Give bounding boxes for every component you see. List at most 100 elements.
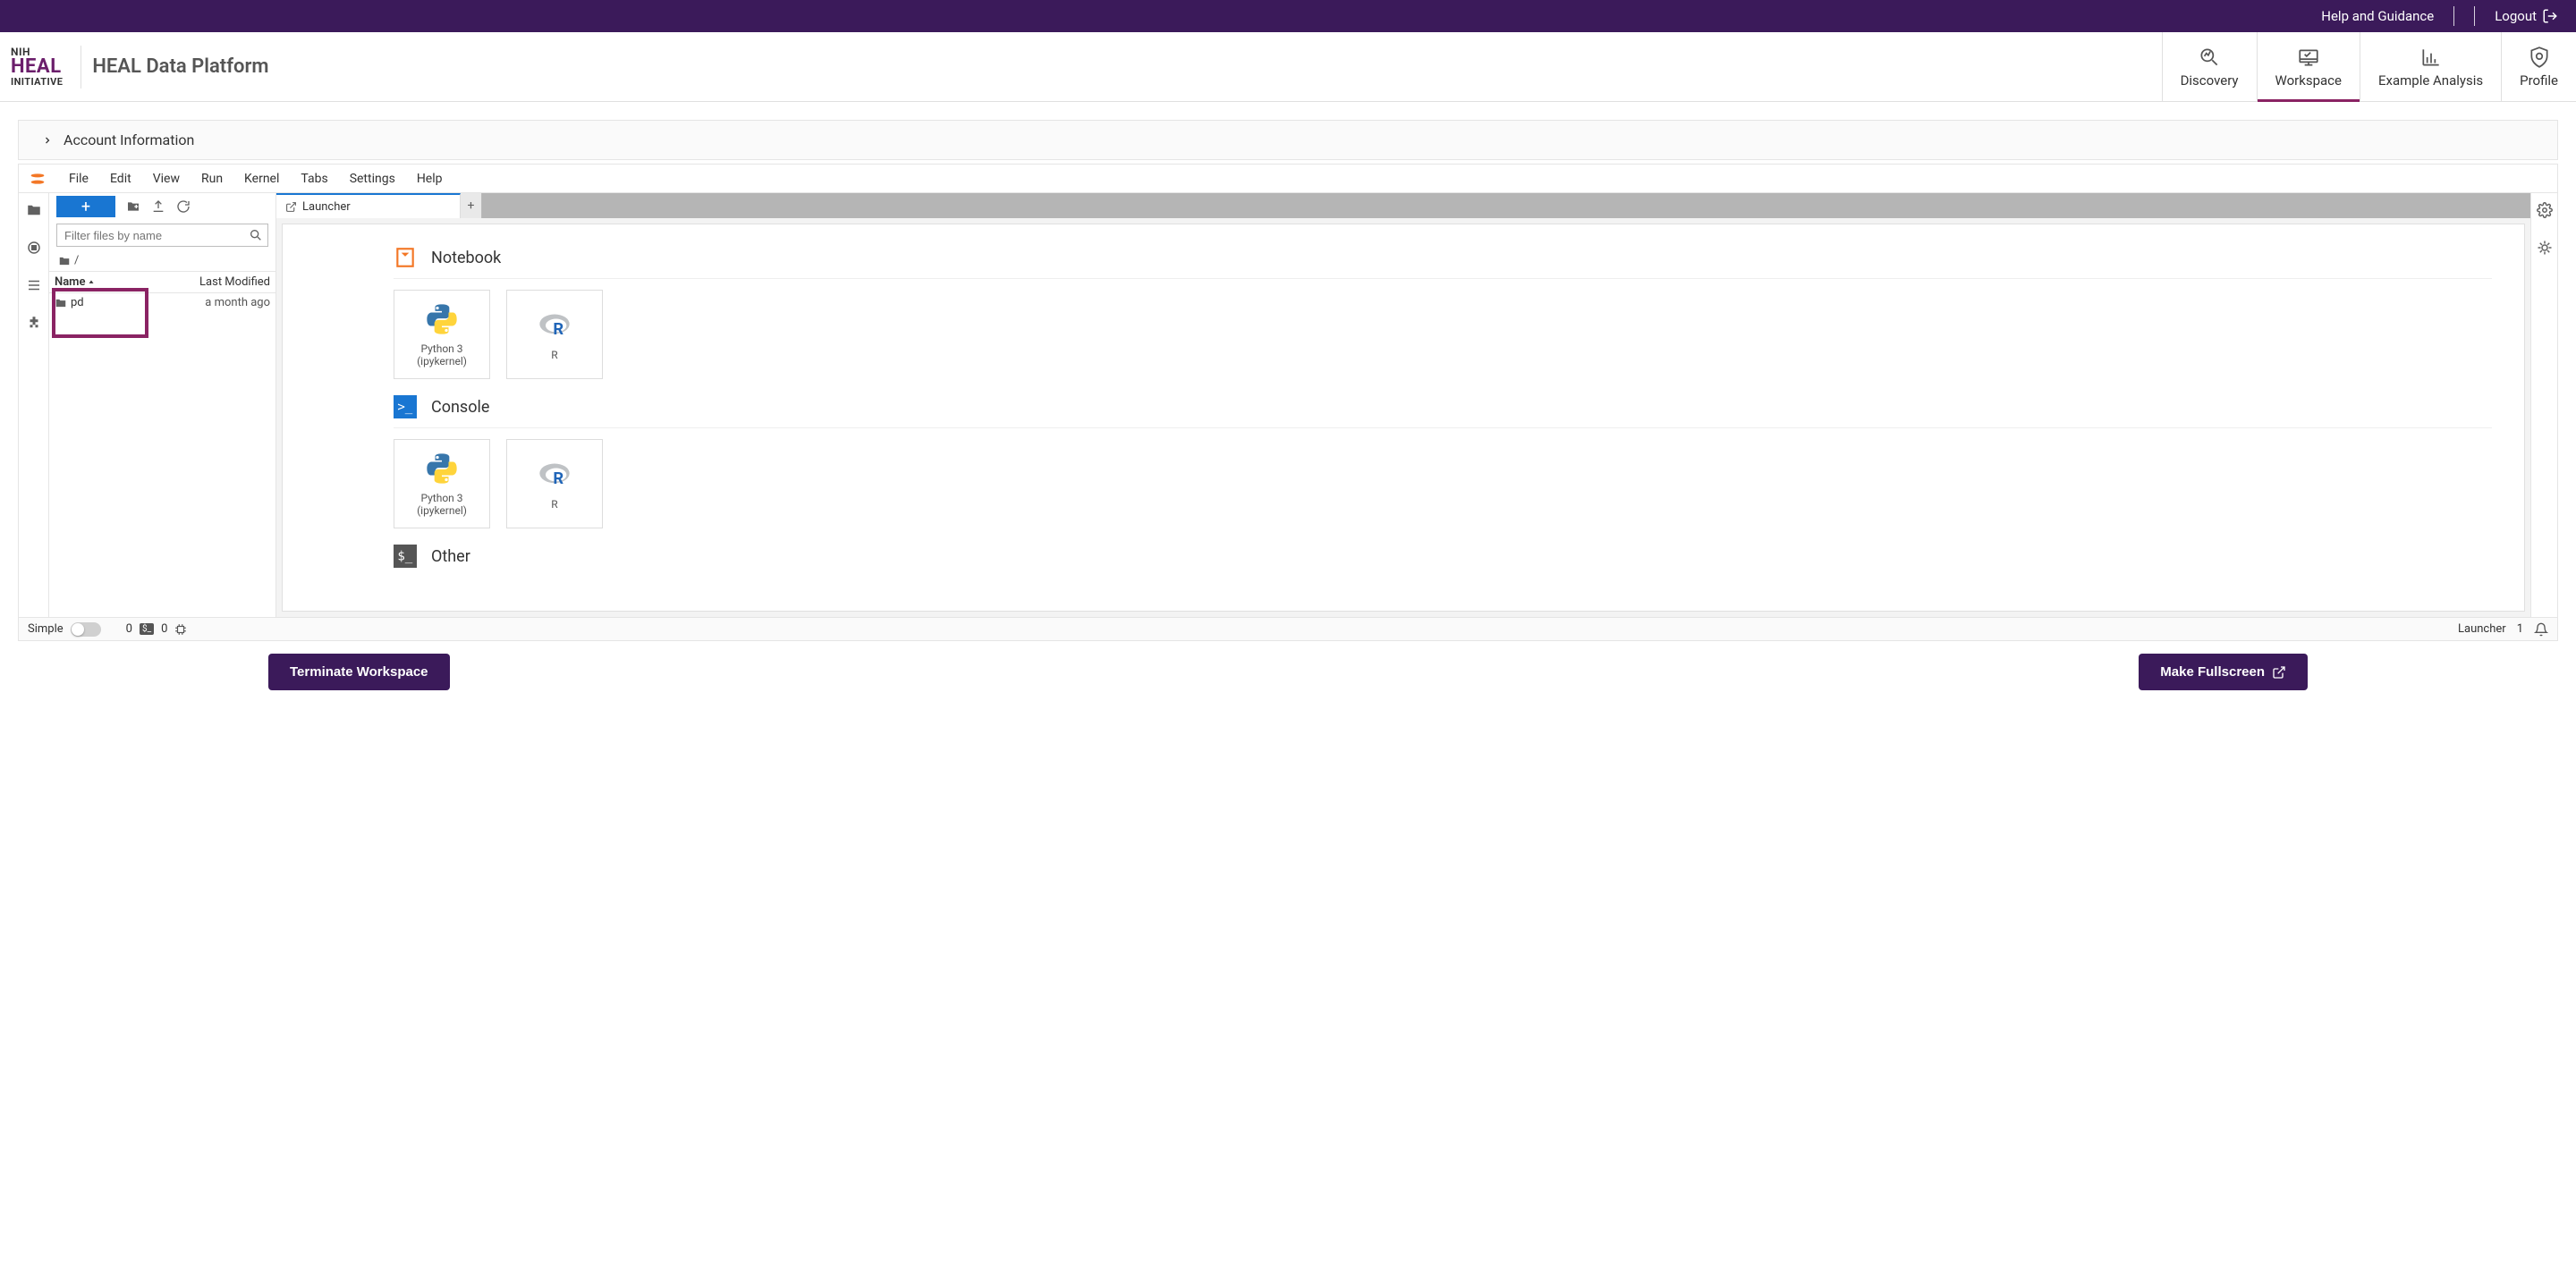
status-mode: Launcher	[2458, 622, 2506, 636]
jupyter-main: Launcher + Notebook Pyt	[276, 193, 2530, 617]
extension-icon[interactable]	[26, 315, 42, 331]
section-title: Console	[431, 398, 489, 417]
card-label: R	[551, 349, 557, 361]
nav-profile[interactable]: Profile	[2501, 32, 2576, 101]
terminate-workspace-button[interactable]: Terminate Workspace	[268, 654, 450, 690]
menu-help[interactable]: Help	[411, 168, 448, 190]
svg-text:R: R	[553, 320, 564, 339]
nav-label: Discovery	[2181, 72, 2239, 89]
logout-label: Logout	[2495, 8, 2537, 24]
jupyter-workspace: File Edit View Run Kernel Tabs Settings …	[18, 164, 2558, 641]
section-other: $_ Other	[394, 545, 2492, 577]
launcher-card-r-console[interactable]: R R	[506, 439, 603, 528]
section-console: >_ Console Python 3 (ipykernel) R R	[394, 395, 2492, 528]
file-browser-toolbar: +	[49, 193, 275, 220]
chip-icon	[174, 623, 187, 636]
tab-label: Launcher	[302, 200, 351, 214]
launcher-card-r-notebook[interactable]: R R	[506, 290, 603, 379]
status-line: 1	[2517, 622, 2523, 636]
svg-text:R: R	[553, 469, 564, 488]
simple-toggle[interactable]	[71, 622, 101, 637]
toc-icon[interactable]	[26, 277, 42, 293]
r-icon: R	[537, 457, 572, 493]
status-terminal-count: 0	[126, 622, 132, 636]
button-label: Make Fullscreen	[2160, 664, 2265, 680]
bar-chart-icon	[2419, 46, 2443, 69]
column-modified[interactable]: Last Modified	[139, 272, 275, 292]
new-tab-button[interactable]: +	[461, 193, 482, 218]
logout-link[interactable]: Logout	[2495, 8, 2558, 24]
external-link-icon	[285, 201, 297, 213]
console-icon: >_	[394, 395, 417, 418]
refresh-icon[interactable]	[176, 199, 191, 214]
gear-icon[interactable]	[2537, 202, 2553, 218]
launcher-card-python-notebook[interactable]: Python 3 (ipykernel)	[394, 290, 490, 379]
status-bar: Simple 0 $_ 0 Launcher 1	[19, 617, 2557, 640]
svg-text:$_: $_	[397, 549, 412, 563]
new-folder-icon[interactable]	[126, 199, 140, 214]
status-simple-label: Simple	[28, 622, 64, 636]
section-notebook: Notebook Python 3 (ipykernel) R R	[394, 246, 2492, 379]
bell-icon[interactable]	[2534, 622, 2548, 637]
nav-discovery[interactable]: Discovery	[2162, 32, 2257, 101]
button-label: Terminate Workspace	[290, 664, 428, 680]
section-title: Other	[431, 547, 470, 566]
logout-icon	[2542, 8, 2558, 24]
search-icon	[249, 228, 263, 242]
menu-settings[interactable]: Settings	[344, 168, 401, 190]
card-label: Python 3 (ipykernel)	[417, 342, 467, 367]
folder-icon[interactable]	[26, 202, 42, 218]
file-filter-input[interactable]	[56, 224, 268, 247]
tab-launcher[interactable]: Launcher	[276, 193, 461, 218]
shield-user-icon	[2528, 46, 2551, 69]
breadcrumb-root: /	[74, 254, 79, 267]
launcher-card-python-console[interactable]: Python 3 (ipykernel)	[394, 439, 490, 528]
menu-view[interactable]: View	[148, 168, 185, 190]
platform-title: HEAL Data Platform	[92, 55, 268, 78]
terminal-badge-icon: $_	[140, 623, 154, 635]
magnifier-chart-icon	[2198, 46, 2221, 69]
annotation-highlight	[52, 288, 148, 338]
nav-label: Example Analysis	[2378, 72, 2483, 89]
bottom-actions: Terminate Workspace Make Fullscreen	[0, 641, 2576, 690]
sort-asc-icon	[87, 278, 96, 287]
help-link[interactable]: Help and Guidance	[2321, 8, 2434, 24]
menu-kernel[interactable]: Kernel	[239, 168, 284, 190]
make-fullscreen-button[interactable]: Make Fullscreen	[2139, 654, 2308, 690]
nav-example-analysis[interactable]: Example Analysis	[2360, 32, 2501, 101]
notebook-icon	[394, 246, 417, 269]
new-launcher-button[interactable]: +	[56, 196, 115, 217]
workspace-icon	[2297, 46, 2320, 69]
heal-logo: NIH HEAL INITIATIVE	[11, 46, 63, 87]
r-icon: R	[537, 308, 572, 343]
section-title: Notebook	[431, 249, 501, 267]
menu-tabs[interactable]: Tabs	[295, 168, 333, 190]
logo-init: INITIATIVE	[11, 77, 63, 87]
file-browser: + / Name Last Modified	[49, 193, 276, 617]
launcher-content: Notebook Python 3 (ipykernel) R R	[282, 224, 2525, 612]
menu-edit[interactable]: Edit	[105, 168, 137, 190]
logo-separator	[80, 46, 81, 89]
logo-area: NIH HEAL INITIATIVE HEAL Data Platform	[0, 32, 280, 101]
chevron-right-icon	[42, 135, 53, 146]
file-breadcrumb[interactable]: /	[49, 250, 275, 271]
running-icon[interactable]	[26, 240, 42, 256]
logo-heal: HEAL	[11, 57, 62, 77]
card-label: Python 3 (ipykernel)	[417, 492, 467, 517]
debug-icon[interactable]	[2537, 240, 2553, 256]
nav-workspace[interactable]: Workspace	[2257, 32, 2360, 101]
nav-label: Workspace	[2275, 72, 2342, 89]
jupyter-icon	[28, 169, 47, 189]
menu-run[interactable]: Run	[196, 168, 228, 190]
python-icon	[424, 451, 460, 486]
external-link-icon	[2272, 665, 2286, 680]
status-kernel-count: 0	[161, 622, 167, 636]
account-info-bar[interactable]: Account Information	[18, 120, 2558, 160]
folder-icon	[58, 255, 71, 267]
header: NIH HEAL INITIATIVE HEAL Data Platform D…	[0, 32, 2576, 102]
upload-icon[interactable]	[151, 199, 165, 214]
menu-file[interactable]: File	[64, 168, 94, 190]
jupyter-menubar: File Edit View Run Kernel Tabs Settings …	[19, 165, 2557, 193]
nav-label: Profile	[2520, 72, 2558, 89]
right-utility-bar	[2530, 193, 2557, 617]
